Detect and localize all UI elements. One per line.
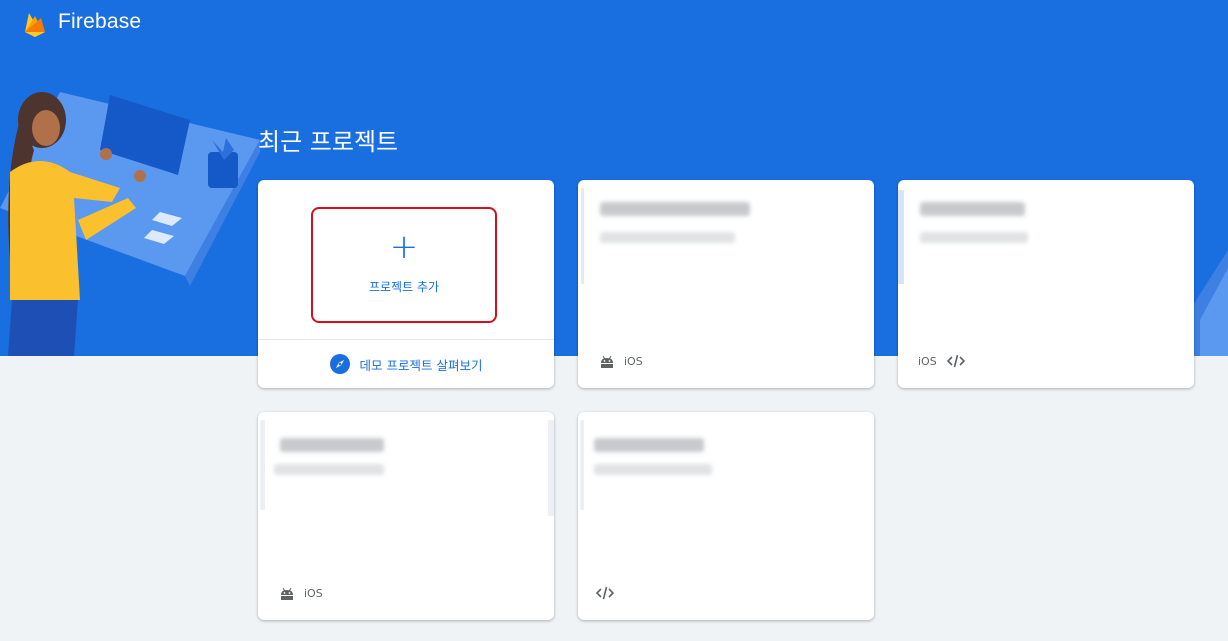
firebase-logo-icon <box>25 13 45 37</box>
project-id-redacted <box>920 232 1028 243</box>
app-brand-name[interactable]: Firebase <box>58 10 141 34</box>
workspace-illustration <box>0 92 260 356</box>
project-card[interactable]: iOS <box>258 412 554 620</box>
card-accent <box>581 188 584 284</box>
platform-list <box>596 586 614 600</box>
add-project-label: 프로젝트 추가 <box>368 280 440 294</box>
plus-icon: + <box>389 227 419 267</box>
card-accent <box>898 190 904 284</box>
ios-label: iOS <box>304 587 323 600</box>
platform-list: iOS <box>600 355 643 368</box>
project-card[interactable]: iOS <box>898 180 1194 388</box>
card-accent <box>260 420 265 510</box>
project-id-redacted <box>600 232 735 243</box>
card-divider <box>258 339 554 340</box>
project-name-redacted <box>920 202 1025 216</box>
ios-label: iOS <box>918 354 937 368</box>
platform-list: iOS <box>280 587 323 600</box>
project-id-redacted <box>274 464 384 475</box>
android-icon <box>281 587 293 600</box>
add-project-card: + 프로젝트 추가 데모 프로젝트 살펴보기 <box>258 180 554 388</box>
demo-project-link[interactable]: 데모 프로젝트 살펴보기 <box>258 352 554 376</box>
android-icon <box>601 355 613 368</box>
decorative-shape <box>1190 250 1228 356</box>
top-bar: Firebase <box>0 0 1228 50</box>
platform-list: iOS <box>918 354 965 368</box>
project-card[interactable] <box>578 412 874 620</box>
code-icon <box>596 586 614 600</box>
page-title: 최근 프로젝트 <box>258 128 399 156</box>
demo-project-label: 데모 프로젝트 살펴보기 <box>359 357 483 373</box>
ios-label: iOS <box>624 355 643 368</box>
project-name-redacted <box>600 202 750 216</box>
project-id-redacted <box>594 464 712 475</box>
project-card[interactable]: iOS <box>578 180 874 388</box>
code-icon <box>946 354 965 368</box>
card-accent <box>580 420 584 510</box>
project-name-redacted <box>594 438 704 452</box>
card-accent <box>548 420 554 516</box>
add-project-button[interactable]: + 프로젝트 추가 <box>311 207 497 323</box>
project-name-redacted <box>280 438 384 452</box>
compass-icon <box>329 354 350 374</box>
